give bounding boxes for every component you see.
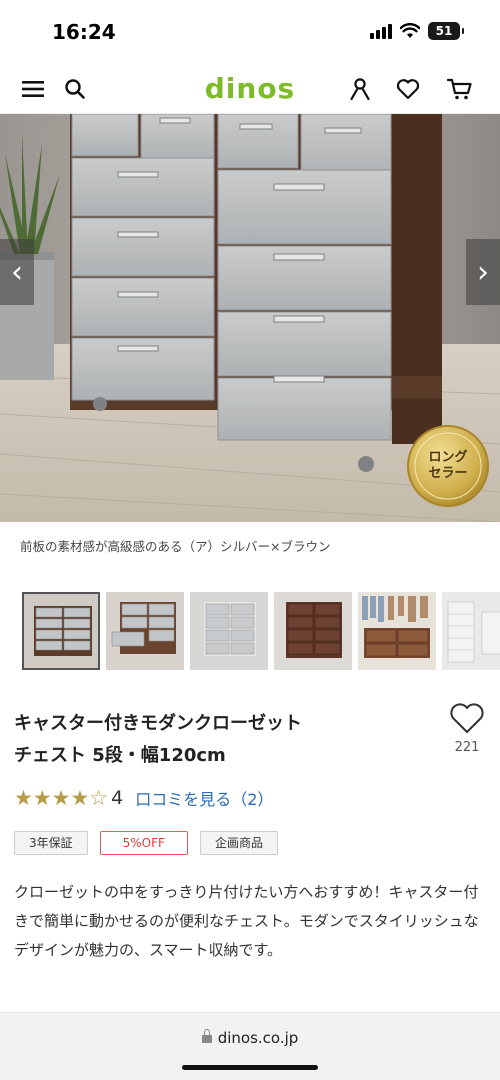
thumbnail-3[interactable] [190,592,268,670]
favorite-count: 221 [454,740,480,755]
thumbnail-6[interactable] [442,592,500,670]
thumbnail-strip[interactable] [22,592,500,672]
thumbnail-5[interactable] [358,592,436,670]
product-title-line-1: キャスター付きモダンクローゼット [14,713,302,734]
browser-bottom-bar: dinos.co.jp [0,1012,500,1080]
image-caption: 前板の素材感が高級感のある（ア）シルバー×ブラウン [20,539,331,554]
chevron-right-icon: › [477,254,489,290]
badge-line-1: ロング [428,450,468,465]
hero-prev-button[interactable]: ‹ [0,239,34,305]
home-indicator[interactable] [182,1065,318,1070]
rating-row: ★★★★☆ 4 口コミを見る（2） [14,786,273,810]
original-product-badge: 企画商品 [199,831,278,855]
account-icon[interactable] [345,74,375,104]
long-seller-badge-text: ロング セラー [412,450,484,482]
badge-line-2: セラー [428,466,468,481]
address-bar[interactable]: dinos.co.jp [0,1029,500,1047]
chevron-left-icon: ‹ [11,254,23,290]
thumbnail-4[interactable] [274,592,352,670]
dinos-logo[interactable]: dinos [0,72,500,105]
status-time: 16:24 [52,20,116,44]
battery-level: 51 [435,24,453,38]
hero-next-button[interactable]: › [466,239,500,305]
url-text: dinos.co.jp [217,1029,299,1047]
heart-outline-icon [450,703,484,733]
badge-row: 3年保証 5%OFF 企画商品 [14,831,278,855]
app-header: dinos [0,64,500,114]
rating-stars: ★★★★☆ [14,786,109,810]
lock-icon [201,1029,212,1043]
status-icons: 51 [370,22,464,40]
product-hero-image[interactable]: ロング セラー ‹ › [0,114,500,522]
product-title-line-2: チェスト 5段・幅120cm [14,745,226,766]
status-bar: 16:24 51 [0,0,500,64]
warranty-badge: 3年保証 [14,831,88,855]
thumbnail-1[interactable] [22,592,100,670]
rating-value: 4 [111,787,124,809]
product-description: クローゼットの中をすっきり片付けたい方へおすすめ！キャスター付きで簡単に動かせる… [14,883,479,959]
signal-icon [370,23,392,39]
favorite-button[interactable]: 221 [447,702,487,755]
wifi-icon [400,23,420,38]
cart-icon[interactable] [445,74,475,104]
review-link[interactable]: 口コミを見る（2） [135,786,273,810]
heart-icon[interactable] [393,74,423,104]
battery-icon: 51 [428,22,464,40]
sale-badge: 5%OFF [99,831,188,855]
product-title: キャスター付きモダンクローゼット チェスト 5段・幅120cm [14,708,434,772]
thumbnail-2[interactable] [106,592,184,670]
